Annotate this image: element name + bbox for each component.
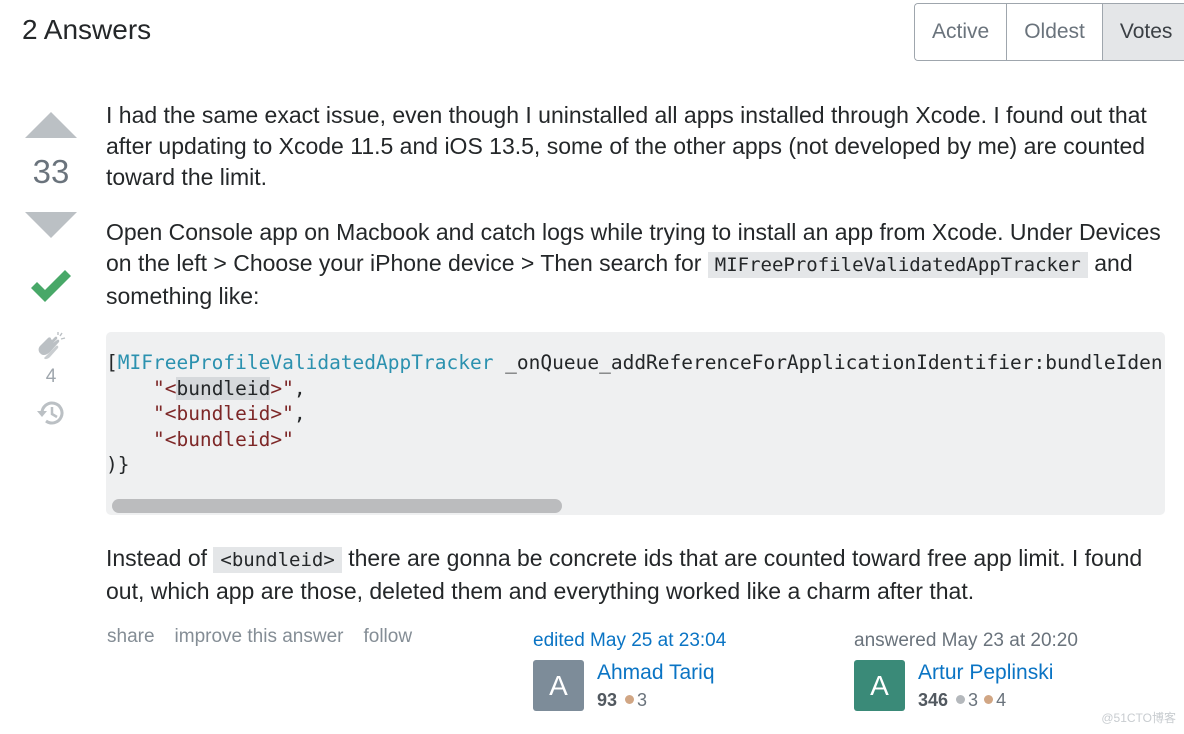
answer-paragraph: Instead of <bundleid> there are gonna be… [106, 543, 1166, 607]
code-scrollbar[interactable] [110, 499, 1161, 513]
code-string-token: "<bundleid>" [152, 402, 294, 425]
avatar[interactable]: A [533, 660, 584, 711]
user-name-link[interactable]: Artur Peplinski [918, 660, 1053, 686]
code-method-token: _onQueue_addReferenceForApplicationIdent… [505, 351, 1162, 374]
code-token: , [293, 402, 306, 425]
bronze-badge-count: 4 [996, 690, 1007, 710]
answer-paragraph: Open Console app on Macbook and catch lo… [106, 217, 1166, 312]
code-token: )} [106, 453, 130, 476]
user-reputation: 93 3 [597, 687, 715, 713]
inline-code: <bundleid> [213, 547, 342, 573]
edited-timestamp[interactable]: edited May 25 at 23:04 [533, 630, 726, 652]
clap-icon[interactable] [36, 332, 66, 362]
code-string-token: > [270, 376, 283, 400]
code-content: [MIFreeProfileValidatedAppTracker _onQue… [106, 332, 1162, 478]
answers-count-heading: 2 Answers [22, 14, 152, 45]
inline-code: MIFreeProfileValidatedAppTracker [707, 252, 1088, 278]
user-details: Artur Peplinski 346 3 4 [918, 660, 1053, 713]
answers-section: 2 Answers Active Oldest Votes 33 4 I had… [0, 0, 1184, 734]
silver-badge-icon [956, 695, 966, 704]
user-reputation: 346 3 4 [918, 687, 1053, 713]
share-link[interactable]: share [107, 626, 155, 648]
paragraph-text: Instead of [106, 545, 214, 571]
avatar[interactable]: A [854, 660, 905, 711]
reputation-score: 93 [597, 690, 618, 710]
user-name-link[interactable]: Ahmad Tariq [597, 660, 715, 686]
code-scrollbar-thumb[interactable] [112, 499, 562, 513]
code-string-token: " [282, 376, 294, 400]
code-class-token: MIFreeProfileValidatedAppTracker [117, 351, 494, 374]
follow-link[interactable]: follow [363, 626, 412, 648]
code-highlighted-token: bundleid [176, 376, 271, 400]
answered-timestamp: answered May 23 at 20:20 [854, 630, 1078, 651]
accepted-checkmark-icon [31, 270, 71, 302]
editor-user-card: A Ahmad Tariq 93 3 [533, 660, 726, 713]
code-block: [MIFreeProfileValidatedAppTracker _onQue… [106, 332, 1165, 515]
answer-body: I had the same exact issue, even though … [106, 100, 1166, 631]
vote-cell: 33 4 [22, 112, 80, 430]
editor-signature: edited May 25 at 23:04 A Ahmad Tariq 93 3 [533, 630, 726, 713]
code-string-token: " [152, 376, 165, 400]
user-details: Ahmad Tariq 93 3 [597, 660, 715, 713]
improve-answer-link[interactable]: improve this answer [175, 626, 344, 648]
code-token: , [293, 376, 306, 400]
post-menu: share improve this answer follow [107, 626, 412, 648]
arrow-down-icon[interactable] [25, 212, 77, 238]
bronze-badge-count: 3 [637, 690, 648, 710]
reputation-score: 346 [918, 690, 949, 710]
code-token: [ [106, 351, 118, 374]
code-string-token: < [164, 376, 177, 400]
sort-tabs: Active Oldest Votes [914, 3, 1184, 61]
watermark: @51CTO博客 [1101, 711, 1176, 725]
clap-count: 4 [45, 366, 57, 387]
tab-oldest[interactable]: Oldest [1007, 4, 1103, 60]
tab-votes[interactable]: Votes [1102, 4, 1184, 60]
answer-paragraph: I had the same exact issue, even though … [106, 102, 1147, 190]
owner-user-card: A Artur Peplinski 346 3 4 [854, 660, 1078, 713]
tab-active[interactable]: Active [915, 4, 1008, 60]
owner-signature: answered May 23 at 20:20 A Artur Peplins… [854, 630, 1078, 713]
vote-count: 33 [32, 153, 70, 190]
arrow-up-icon[interactable] [25, 112, 77, 138]
silver-badge-count: 3 [968, 690, 979, 710]
bronze-badge-icon [625, 695, 635, 704]
history-icon[interactable] [34, 396, 68, 430]
code-string-token: "<bundleid>" [152, 427, 294, 451]
bronze-badge-icon [984, 695, 994, 704]
